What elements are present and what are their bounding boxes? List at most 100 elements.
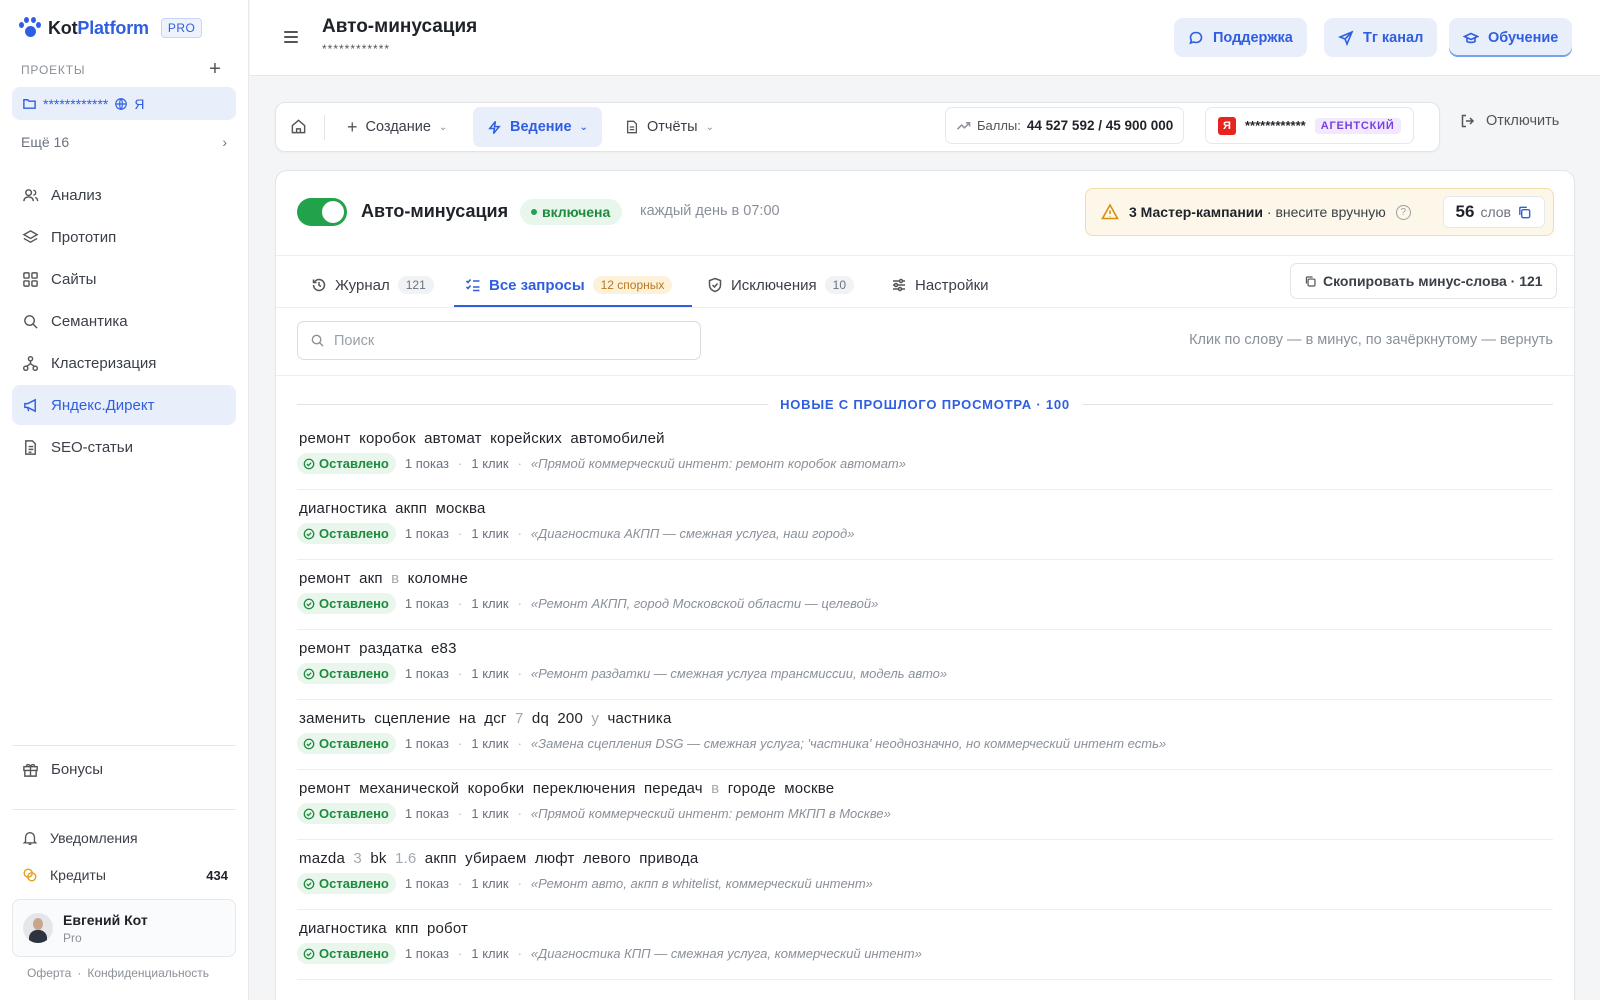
schedule-text: каждый день в 07:00 — [640, 203, 780, 219]
query-word[interactable]: коломне — [408, 570, 468, 587]
query-row: ремонт механической коробки переключения… — [297, 770, 1553, 840]
sidebar-item-label: Прототип — [51, 228, 117, 246]
ai-reason: «Ремонт авто, акпп в whitelist, коммерче… — [530, 876, 873, 891]
sidebar-item-seo-articles[interactable]: SEO-статьи — [12, 427, 236, 467]
query-word[interactable]: автомобилей — [570, 430, 664, 447]
query-word[interactable]: 200 — [557, 710, 583, 727]
query-word[interactable]: ремонт — [299, 780, 351, 797]
query-word[interactable]: акпп — [425, 850, 457, 867]
grid-icon — [23, 271, 38, 287]
query-word[interactable]: кпп — [395, 920, 418, 937]
query-word[interactable]: раздатка — [359, 640, 423, 657]
support-button[interactable]: Поддержка — [1174, 18, 1307, 57]
tab-all-queries[interactable]: Все запросы 12 спорных — [465, 267, 673, 303]
query-word[interactable]: ремонт — [299, 640, 351, 657]
query-word[interactable]: передач — [644, 780, 703, 797]
query-word[interactable]: частника — [607, 710, 671, 727]
menu-icon[interactable] — [284, 31, 298, 46]
query-word[interactable]: bk — [370, 850, 386, 867]
chat-icon — [1189, 31, 1203, 44]
query-word[interactable]: автомат — [424, 430, 482, 447]
query-word[interactable]: коробки — [468, 780, 525, 797]
tab-exclusions[interactable]: Исключения 10 — [707, 267, 854, 303]
query-word[interactable]: люфт — [535, 850, 575, 867]
disconnect-button[interactable]: Отключить — [1460, 113, 1559, 129]
query-word[interactable]: москва — [435, 500, 485, 517]
query-word[interactable]: ремонт — [299, 430, 351, 447]
copy-icon[interactable] — [1517, 205, 1532, 220]
offer-link[interactable]: Оферта — [27, 966, 71, 980]
query-word[interactable]: корейских — [490, 430, 562, 447]
query-word[interactable]: е83 — [431, 640, 457, 657]
query-word[interactable]: москве — [784, 780, 834, 797]
sidebar-item-label: Анализ — [51, 186, 102, 204]
reports-menu[interactable]: Отчёты ⌄ — [611, 107, 728, 147]
chevron-down-icon: ⌄ — [705, 121, 714, 133]
query-word[interactable]: mazda — [299, 850, 345, 867]
kept-badge: Оставлено — [297, 733, 396, 754]
credits-link[interactable]: Кредиты 434 — [22, 867, 228, 883]
home-icon[interactable] — [290, 118, 307, 135]
sidebar-item-yandex-direct[interactable]: Яндекс.Директ — [12, 385, 236, 425]
tab-journal[interactable]: Журнал 121 — [311, 267, 434, 303]
query-word[interactable]: диагностика — [299, 920, 387, 937]
notifications-label: Уведомления — [50, 830, 138, 846]
current-project[interactable]: ************ Я — [12, 87, 236, 120]
stop-word[interactable]: 1.6 — [395, 850, 416, 867]
search-input[interactable]: Поиск — [297, 321, 701, 360]
stop-word[interactable]: в — [391, 570, 399, 587]
query-word[interactable]: дсг — [484, 710, 506, 727]
query-word[interactable]: акп — [359, 570, 383, 587]
stop-word[interactable]: у — [591, 710, 599, 727]
query-word[interactable]: привода — [639, 850, 698, 867]
learning-button[interactable]: Обучение — [1449, 18, 1573, 57]
kept-label: Оставлено — [319, 596, 389, 611]
query-word[interactable]: городе — [728, 780, 776, 797]
query-word[interactable]: механической — [359, 780, 459, 797]
stop-word[interactable]: в — [711, 780, 719, 797]
privacy-link[interactable]: Конфиденциальность — [87, 966, 209, 980]
sidebar-item-semantics[interactable]: Семантика — [12, 301, 236, 341]
direct-toolbar: + Создание ⌄ Ведение ⌄ Отчёты ⌄ Баллы: 4… — [275, 102, 1440, 152]
query-word[interactable]: ремонт — [299, 570, 351, 587]
logo[interactable]: KotPlatform PRO — [18, 17, 203, 39]
meta-separator: · — [517, 666, 522, 681]
query-word[interactable]: коробок — [359, 430, 416, 447]
sidebar-item-clustering[interactable]: Кластеризация — [12, 343, 236, 383]
notifications-link[interactable]: Уведомления — [22, 830, 138, 846]
telegram-button[interactable]: Тг канал — [1324, 18, 1438, 57]
project-yandex-mark: Я — [134, 95, 145, 112]
copy-icon — [1305, 275, 1316, 287]
query-word[interactable]: сцепление — [374, 710, 450, 727]
tab-settings[interactable]: Настройки — [891, 267, 989, 303]
bonuses-link[interactable]: Бонусы — [22, 761, 103, 778]
learning-label: Обучение — [1488, 29, 1559, 46]
query-word[interactable]: переключения — [533, 780, 636, 797]
query-word[interactable]: заменить — [299, 710, 366, 727]
user-card[interactable]: Евгений Кот Pro — [12, 899, 236, 957]
query-word[interactable]: левого — [583, 850, 631, 867]
shows-count: 1 показ — [404, 806, 450, 821]
stop-word[interactable]: 3 — [353, 850, 362, 867]
add-project-button[interactable]: + — [206, 58, 224, 81]
sidebar-item-sites[interactable]: Сайты — [12, 259, 236, 299]
query-word[interactable]: убираем — [465, 850, 526, 867]
query-word[interactable]: акпп — [395, 500, 427, 517]
manage-menu[interactable]: Ведение ⌄ — [473, 107, 602, 147]
sidebar-item-analysis[interactable]: Анализ — [12, 175, 236, 215]
copy-negatives-button[interactable]: Скопировать минус-слова · 121 — [1290, 263, 1557, 299]
query-word[interactable]: dq — [532, 710, 549, 727]
check-circle-icon — [303, 948, 315, 959]
query-list: ремонт коробок автомат корейских автомоб… — [297, 420, 1553, 980]
feature-toggle[interactable] — [297, 198, 347, 226]
help-icon[interactable]: ? — [1395, 204, 1411, 220]
meta-separator: · — [517, 946, 522, 961]
create-menu[interactable]: + Создание ⌄ — [333, 107, 461, 147]
query-word[interactable]: на — [459, 710, 476, 727]
query-word[interactable]: робот — [427, 920, 468, 937]
sidebar-item-prototype[interactable]: Прототип — [12, 217, 236, 257]
stop-word[interactable]: 7 — [515, 710, 524, 727]
more-projects[interactable]: Ещё 16 › — [21, 134, 227, 150]
account-selector[interactable]: Я ************ АГЕНТСКИЙ — [1205, 107, 1414, 144]
query-word[interactable]: диагностика — [299, 500, 387, 517]
